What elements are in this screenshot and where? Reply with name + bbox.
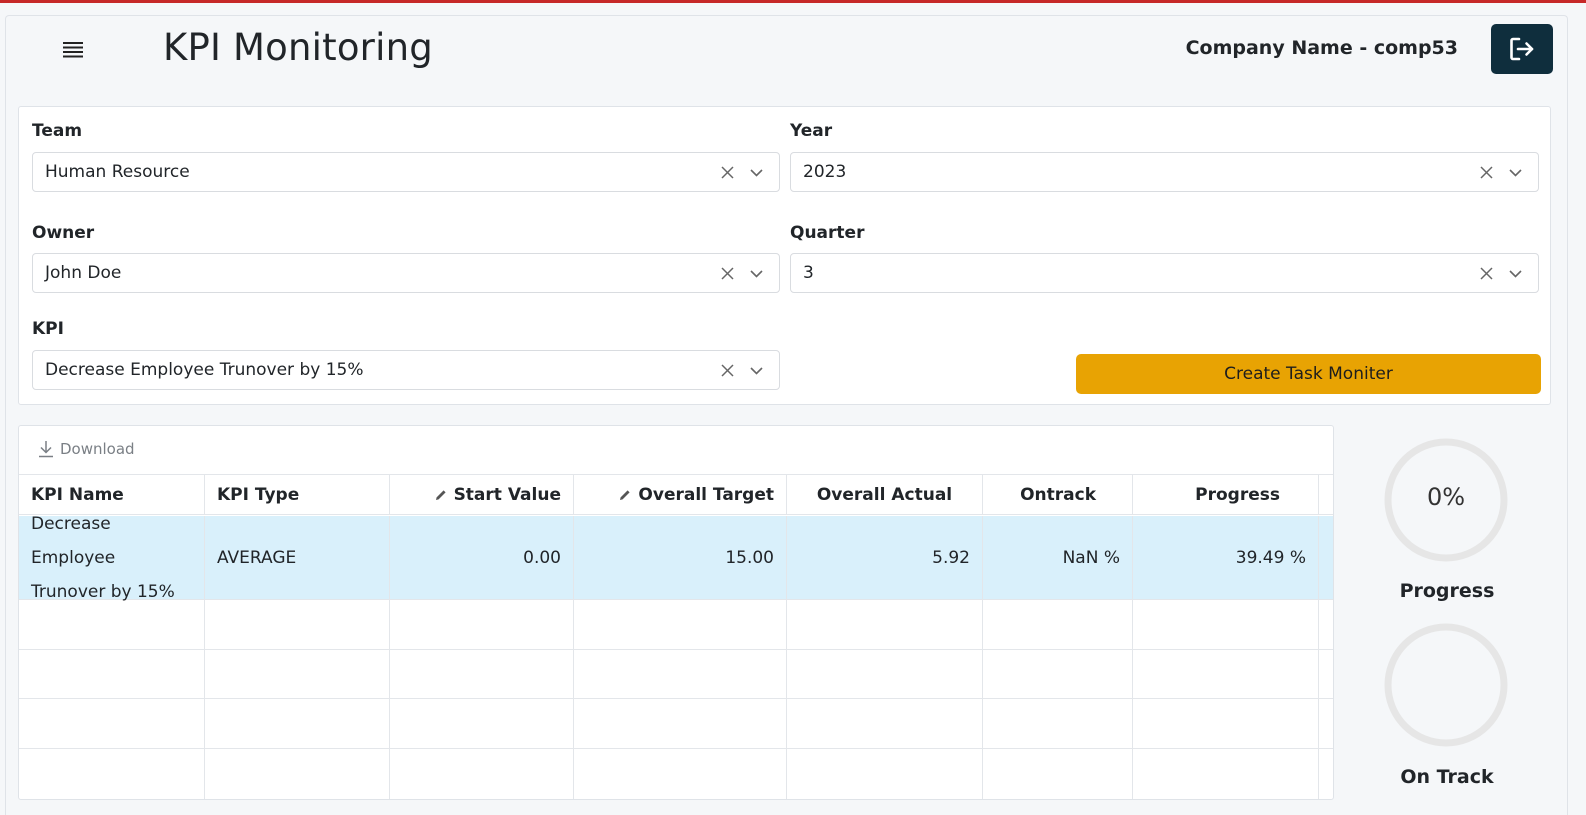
empty-row	[19, 650, 1333, 699]
kpi-label: KPI	[32, 319, 64, 339]
empty-cell	[787, 749, 983, 799]
empty-cell	[574, 600, 787, 649]
download-label: Download	[60, 440, 135, 458]
cell-overall-target[interactable]: 15.00	[574, 516, 787, 599]
quarter-select-value: 3	[803, 263, 814, 283]
download-button[interactable]: Download	[38, 440, 135, 458]
clear-icon[interactable]	[720, 363, 735, 378]
kpi-select[interactable]: Decrease Employee Trunover by 15%	[32, 350, 780, 390]
on-track-gauge-ring	[1384, 623, 1508, 747]
column-header-overall-target[interactable]: Overall Target	[574, 475, 787, 515]
owner-select-value: John Doe	[45, 263, 122, 283]
clear-icon[interactable]	[1479, 266, 1494, 281]
team-label: Team	[32, 121, 83, 141]
empty-cell	[390, 650, 574, 698]
quarter-label: Quarter	[790, 223, 865, 243]
empty-cell	[983, 600, 1133, 649]
empty-cell	[205, 699, 390, 748]
chevron-down-icon[interactable]	[1508, 266, 1523, 281]
create-task-monitor-button[interactable]: Create Task Moniter	[1076, 354, 1541, 394]
empty-row	[19, 600, 1333, 650]
empty-cell	[390, 699, 574, 748]
owner-label: Owner	[32, 223, 95, 243]
empty-cell	[205, 600, 390, 649]
empty-cell	[205, 650, 390, 698]
table-row[interactable]: Decrease Employee Trunover by 15% AVERAG…	[19, 514, 1333, 602]
empty-cell	[787, 650, 983, 698]
chevron-down-icon[interactable]	[1508, 165, 1523, 180]
cell-overall-actual: 5.92	[787, 516, 983, 599]
empty-cell	[1133, 650, 1319, 698]
year-label: Year	[790, 121, 833, 141]
progress-gauge-value: 0%	[1426, 483, 1466, 511]
grid-toolbar: Download	[19, 426, 1333, 475]
empty-cell	[787, 600, 983, 649]
download-icon	[39, 441, 53, 458]
grid-header-row: KPI Name KPI Type Start Value Overall Ta…	[19, 475, 1333, 515]
clear-icon[interactable]	[720, 165, 735, 180]
filter-panel: Team Human Resource Year 2023 Owner John…	[18, 106, 1551, 405]
column-header-start-value-label: Start Value	[453, 485, 561, 505]
empty-cell	[574, 749, 787, 799]
logout-button[interactable]	[1491, 24, 1553, 74]
pencil-icon	[435, 490, 446, 500]
progress-gauge: 0%	[1383, 437, 1509, 563]
year-select-value: 2023	[803, 162, 847, 182]
cell-progress: 39.49 %	[1133, 516, 1319, 599]
clear-icon[interactable]	[1479, 165, 1494, 180]
empty-cell	[19, 749, 205, 799]
chevron-down-icon[interactable]	[749, 165, 764, 180]
empty-cell	[390, 749, 574, 799]
empty-cell	[19, 600, 205, 649]
column-header-kpi-type[interactable]: KPI Type	[205, 475, 390, 515]
cell-kpi-type: AVERAGE	[205, 516, 390, 599]
clear-icon[interactable]	[720, 266, 735, 281]
empty-cell	[1133, 600, 1319, 649]
empty-cell	[983, 749, 1133, 799]
kpi-select-value: Decrease Employee Trunover by 15%	[45, 360, 364, 380]
chevron-down-icon[interactable]	[749, 266, 764, 281]
chevron-down-icon[interactable]	[749, 363, 764, 378]
empty-cell	[1133, 699, 1319, 748]
column-header-ontrack[interactable]: Ontrack	[983, 475, 1133, 515]
empty-cell	[390, 600, 574, 649]
column-header-overall-actual[interactable]: Overall Actual	[787, 475, 983, 515]
page-header: KPI Monitoring Company Name - comp53	[6, 16, 1567, 91]
empty-row	[19, 699, 1333, 749]
cell-ontrack: NaN %	[983, 516, 1133, 599]
kpi-grid: Download KPI Name KPI Type Start Value O…	[18, 425, 1334, 800]
on-track-gauge	[1383, 622, 1509, 748]
team-select-value: Human Resource	[45, 162, 190, 182]
empty-cell	[1133, 749, 1319, 799]
app-shell: KPI Monitoring Company Name - comp53 Tea…	[5, 15, 1568, 815]
empty-cell	[787, 699, 983, 748]
column-header-start-value[interactable]: Start Value	[390, 475, 574, 515]
menu-button[interactable]	[61, 38, 85, 62]
quarter-select[interactable]: 3	[790, 253, 1539, 293]
company-name: Company Name - comp53	[1185, 37, 1458, 59]
pencil-icon	[620, 490, 631, 500]
empty-cell	[574, 699, 787, 748]
list-icon	[63, 42, 83, 58]
top-accent-bar	[0, 0, 1586, 3]
empty-cell	[983, 650, 1133, 698]
cell-start-value[interactable]: 0.00	[390, 516, 574, 599]
empty-row	[19, 749, 1333, 799]
cell-kpi-name: Decrease Employee Trunover by 15%	[19, 514, 205, 602]
page-title: KPI Monitoring	[163, 26, 433, 69]
team-select[interactable]: Human Resource	[32, 152, 780, 192]
empty-cell	[205, 749, 390, 799]
empty-cell	[19, 699, 205, 748]
empty-cell	[19, 650, 205, 698]
progress-gauge-label: Progress	[1399, 580, 1495, 602]
owner-select[interactable]: John Doe	[32, 253, 780, 293]
column-header-overall-target-label: Overall Target	[638, 485, 774, 505]
empty-cell	[574, 650, 787, 698]
empty-cell	[983, 699, 1133, 748]
year-select[interactable]: 2023	[790, 152, 1539, 192]
logout-icon	[1510, 37, 1534, 61]
column-header-progress[interactable]: Progress	[1133, 475, 1319, 515]
on-track-gauge-label: On Track	[1400, 766, 1494, 788]
